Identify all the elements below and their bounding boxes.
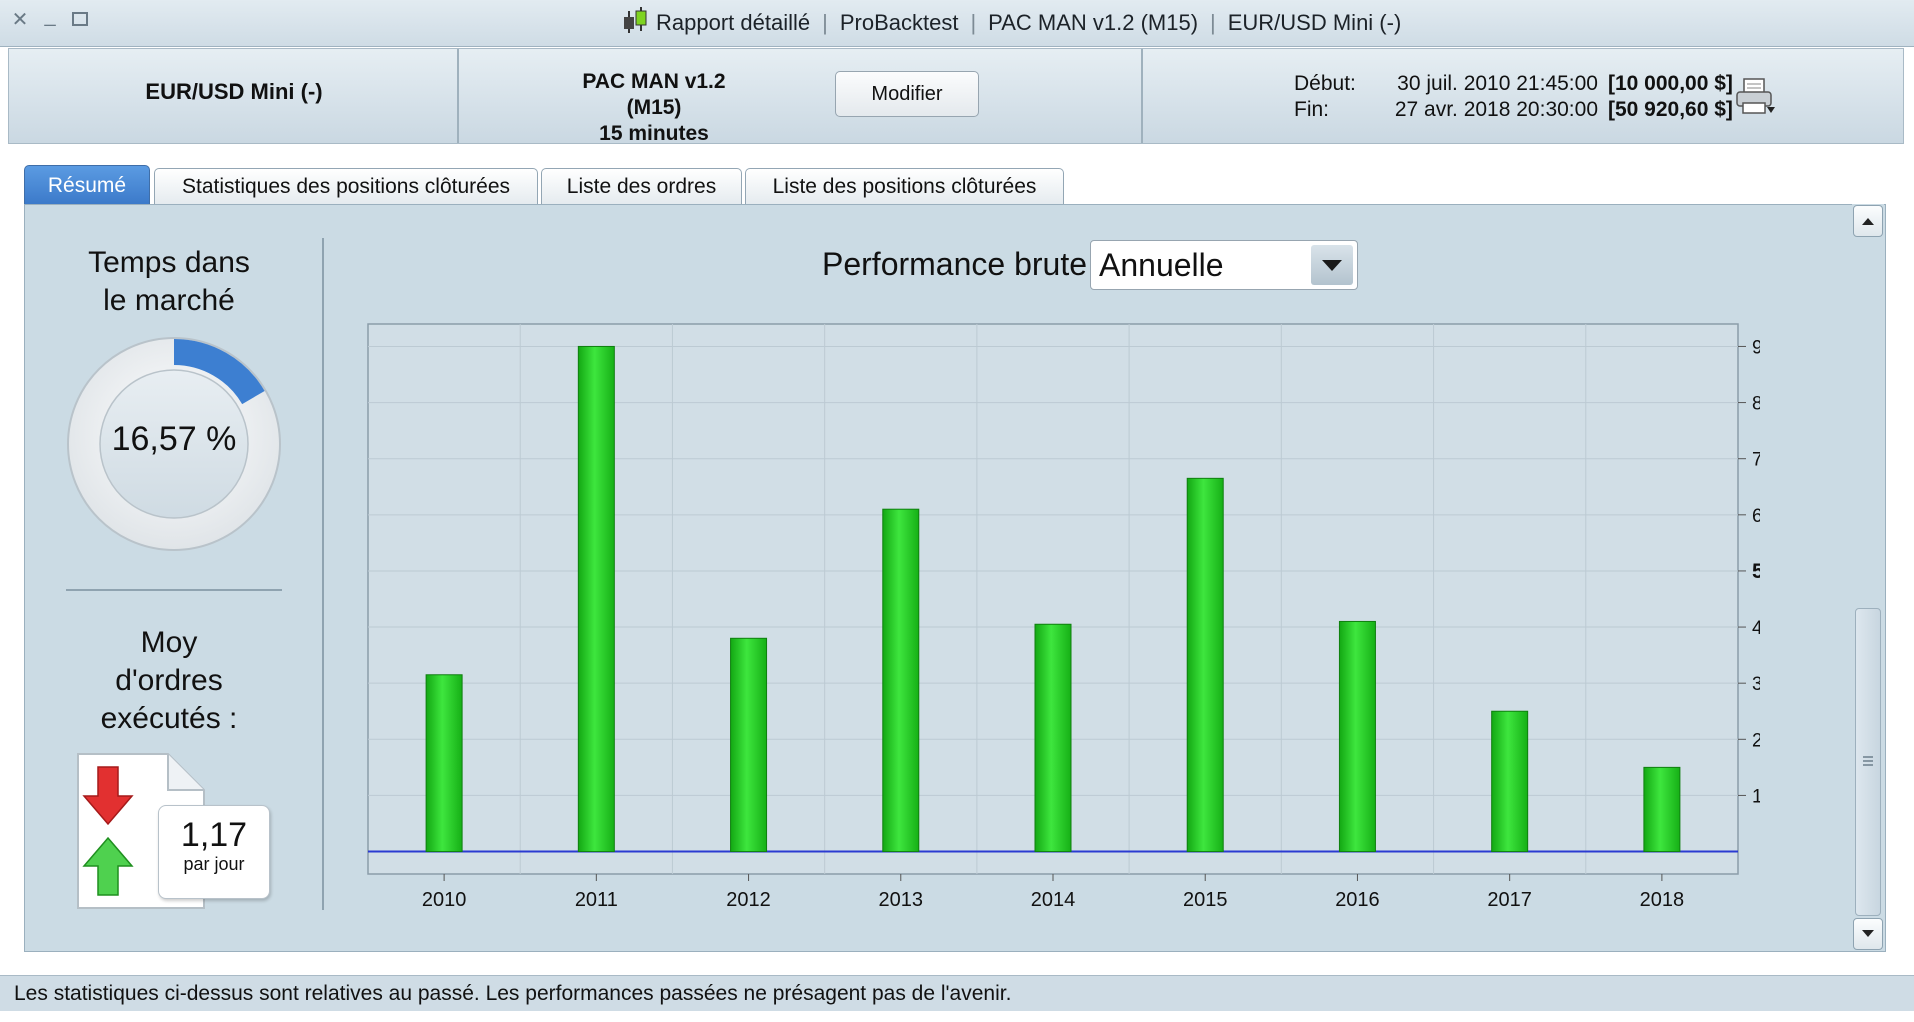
time-in-market-value: 16,57 % (111, 420, 237, 458)
bar (1186, 477, 1224, 853)
end-date: 27 avr. 2018 20:30:00 (1394, 98, 1598, 121)
candlestick-icon (620, 5, 650, 41)
bar (882, 508, 920, 853)
y-tick-label: 3 000 (1752, 674, 1760, 695)
x-tick-label: 2014 (1031, 889, 1076, 911)
y-tick-label: 7 000 (1752, 450, 1760, 471)
x-tick-label: 2010 (422, 889, 467, 911)
bar (730, 637, 768, 853)
performance-label: Performance brute (822, 246, 1088, 282)
y-tick-label: 4 000 (1752, 618, 1760, 639)
end-capital: [50 920,60 $] (1608, 98, 1733, 121)
close-icon[interactable]: ✕ (10, 10, 30, 30)
y-tick-label: 6 000 (1752, 506, 1760, 527)
bar (577, 345, 615, 853)
printer-icon[interactable] (1734, 77, 1776, 117)
avg-orders-card: 1,17 par jour (158, 805, 270, 899)
x-tick-label: 2017 (1487, 889, 1532, 911)
tab-closed-positions-list[interactable]: Liste des positions clôturées (745, 168, 1064, 204)
x-tick-label: 2018 (1640, 889, 1685, 911)
start-label: Début: (1294, 72, 1356, 95)
y-tick-label: 5 000 (1752, 560, 1760, 583)
left-divider (66, 589, 282, 591)
y-tick-label: 9 000 (1752, 337, 1760, 358)
strategy-info: PAC MAN v1.2 (M15) 15 minutes (559, 69, 749, 147)
strategy-name: PAC MAN v1.2 (M15) (582, 70, 726, 119)
scroll-up-button[interactable] (1853, 205, 1883, 237)
avg-orders-title-line: exécutés : (100, 702, 238, 735)
start-date: 30 juil. 2010 21:45:00 (1397, 72, 1598, 95)
header-divider (1141, 49, 1143, 143)
y-tick-label: 8 000 (1752, 394, 1760, 415)
title-part: ProBacktest (839, 10, 959, 35)
performance-chart: 1 000 2 000 3 000 4 000 5 000 6 000 7 000 8 000… (367, 323, 1760, 911)
modify-button[interactable]: Modifier (835, 71, 979, 117)
section-divider (322, 238, 324, 910)
x-tick-label: 2015 (1183, 889, 1228, 911)
bar (1338, 620, 1376, 853)
tab-order-list[interactable]: Liste des ordres (541, 168, 742, 204)
x-tick-label: 2013 (879, 889, 924, 911)
avg-orders-title: Moy d'ordres exécutés : (66, 624, 272, 738)
x-tick-label: 2012 (726, 889, 771, 911)
period-select-value: Annuelle (1099, 247, 1224, 283)
header-divider (457, 49, 459, 143)
minimize-icon[interactable]: _ (40, 6, 60, 26)
strategy-timeframe: 15 minutes (599, 122, 709, 145)
title-part: PAC MAN v1.2 (M15) (988, 10, 1199, 35)
y-tick-label: 2 000 (1752, 730, 1760, 751)
avg-orders-title-line: Moy (140, 626, 198, 659)
tab-resume[interactable]: Résumé (24, 165, 150, 205)
tab-closed-positions-stats[interactable]: Statistiques des positions clôturées (154, 168, 538, 204)
title-part: EUR/USD Mini (-) (1227, 10, 1402, 35)
report-header: EUR/USD Mini (-) PAC MAN v1.2 (M15) 15 m… (8, 48, 1904, 147)
x-tick-label: 2016 (1335, 889, 1380, 911)
scroll-down-button[interactable] (1853, 918, 1883, 950)
time-in-market-title-line: Temps dans (88, 246, 250, 279)
disclaimer-bar: Les statistiques ci-dessus sont relative… (0, 975, 1914, 1011)
chevron-down-icon[interactable] (1311, 245, 1353, 285)
backtest-dates: Début: 30 juil. 2010 21:45:00 [10 000,00 $… (1294, 71, 1733, 123)
bar (1491, 710, 1529, 853)
bar (425, 674, 463, 853)
x-tick-label: 2011 (575, 889, 618, 911)
period-select[interactable]: Annuelle (1090, 240, 1358, 290)
title-part: Rapport détaillé (656, 10, 811, 35)
bar (1034, 623, 1072, 853)
instrument-name: EUR/USD Mini (-) (145, 79, 323, 104)
scrollbar-thumb[interactable] (1855, 608, 1881, 916)
avg-orders-value: 1,17 (180, 816, 248, 854)
start-capital: [10 000,00 $] (1608, 72, 1733, 95)
window-title: Rapport détaillé | ProBacktest | PAC MAN… (620, 5, 1402, 41)
avg-orders-title-line: d'ordres (115, 664, 223, 697)
maximize-icon[interactable] (70, 10, 90, 30)
time-in-market-title-line: le marché (103, 284, 235, 317)
time-in-market-title: Temps dans le marché (66, 244, 272, 320)
bar (1643, 766, 1681, 853)
y-tick-label: 1 000 (1752, 786, 1760, 807)
avg-orders-unit: par jour (183, 854, 245, 874)
end-label: Fin: (1294, 98, 1330, 121)
